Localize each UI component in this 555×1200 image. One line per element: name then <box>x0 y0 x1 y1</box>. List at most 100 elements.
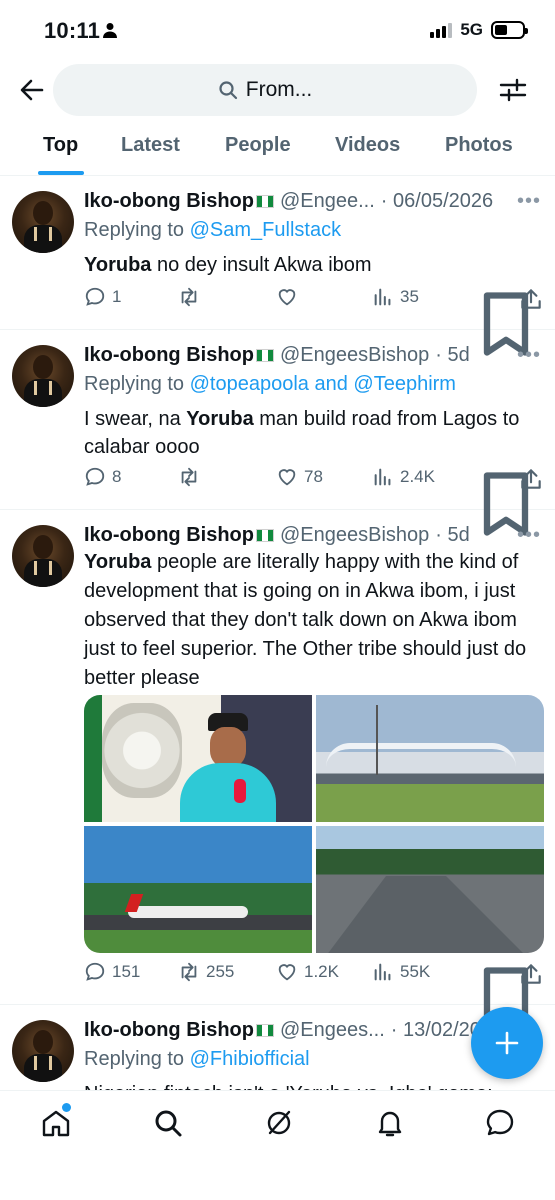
views-button[interactable]: 2.4K <box>372 466 435 488</box>
tweet[interactable]: Iko-obong Bishop @EngeesBishop · 5d ••• … <box>0 330 555 536</box>
avatar[interactable] <box>12 1020 74 1082</box>
filter-sliders-icon[interactable] <box>497 74 529 106</box>
nigeria-flag-icon <box>255 195 274 208</box>
person-icon <box>103 23 117 38</box>
retweet-button[interactable]: 255 <box>178 961 234 983</box>
tweet-text: Yoruba no dey insult Akwa ibom <box>84 254 372 276</box>
tweet[interactable]: Iko-obong Bishop @EngeesBishop · 5d ••• … <box>0 510 555 1031</box>
like-count: 1.2K <box>304 962 339 981</box>
nigeria-flag-icon <box>255 349 274 362</box>
tweet[interactable]: Iko-obong Bishop @Engee... · 06/05/2026 … <box>0 176 555 356</box>
reply-icon <box>85 962 105 981</box>
like-button[interactable] <box>276 286 304 308</box>
network-label: 5G <box>460 20 483 39</box>
avatar[interactable] <box>12 345 74 407</box>
tweet-header: Iko-obong Bishop @EngeesBishop · 5d <box>84 344 470 367</box>
views-chart-icon <box>374 288 391 306</box>
media-grid <box>84 695 544 953</box>
views-button[interactable]: 35 <box>372 286 419 308</box>
share-icon[interactable] <box>518 286 544 312</box>
replying-to: Replying to @topeapoola and @Teephirm <box>84 373 456 395</box>
more-options-icon[interactable]: ••• <box>517 190 541 213</box>
plus-icon <box>495 1031 519 1055</box>
user-name[interactable]: Iko-obong Bishop <box>84 190 254 213</box>
heart-icon <box>278 964 296 981</box>
signal-icon <box>430 22 453 38</box>
nav-search[interactable] <box>152 1107 184 1139</box>
mention-link[interactable]: @topeapoola and @Teephirm <box>190 373 456 395</box>
tab-videos[interactable]: Videos <box>335 134 400 157</box>
tweet-date: · 5d <box>435 344 470 366</box>
replying-to: Replying to @Sam_Fullstack <box>84 219 342 241</box>
share-icon[interactable] <box>518 961 544 987</box>
media-photo-airplane[interactable] <box>84 826 312 953</box>
back-arrow-icon[interactable] <box>16 74 48 106</box>
reply-button[interactable]: 151 <box>84 961 140 983</box>
reply-button[interactable]: 8 <box>84 466 121 488</box>
tweet-actions: 151 255 1.2K 55K <box>84 961 544 1031</box>
bell-icon <box>378 1111 402 1137</box>
user-handle: @Engee... <box>279 190 375 212</box>
user-name[interactable]: Iko-obong Bishop <box>84 524 254 547</box>
like-button[interactable]: 78 <box>276 466 323 488</box>
view-count: 2.4K <box>400 467 435 486</box>
search-placeholder: From... <box>245 78 313 101</box>
heart-icon <box>278 289 296 306</box>
tab-people[interactable]: People <box>225 134 291 157</box>
tweet-date: · 5d <box>435 524 470 546</box>
retweet-count: 255 <box>206 962 235 981</box>
active-tab-indicator <box>38 171 84 175</box>
bottom-navigation <box>0 1090 555 1200</box>
compose-button[interactable] <box>471 1007 543 1079</box>
status-time: 10:11 <box>44 18 101 43</box>
reply-button[interactable]: 1 <box>84 286 121 308</box>
search-icon <box>219 81 237 100</box>
tweet-text: I swear, na Yoruba man build road from L… <box>84 408 520 458</box>
nav-notifications[interactable] <box>374 1107 406 1139</box>
tab-top[interactable]: Top <box>43 134 78 157</box>
mention-link[interactable]: @Sam_Fullstack <box>190 219 341 241</box>
mention-link[interactable]: @Fhibiofficial <box>190 1048 310 1070</box>
views-chart-icon <box>374 963 391 981</box>
more-options-icon[interactable]: ••• <box>517 344 541 367</box>
more-options-icon[interactable]: ••• <box>517 524 541 547</box>
tweet-actions: 8 78 2.4K <box>84 466 544 536</box>
nigeria-flag-icon <box>255 529 274 542</box>
tab-photos[interactable]: Photos <box>445 134 513 157</box>
nav-grok[interactable] <box>263 1107 295 1139</box>
tab-latest[interactable]: Latest <box>121 134 180 157</box>
avatar[interactable] <box>12 191 74 253</box>
user-name[interactable]: Iko-obong Bishop <box>84 1019 254 1042</box>
reply-count: 8 <box>112 467 122 486</box>
media-photo-airport[interactable] <box>316 695 544 822</box>
like-count: 78 <box>304 467 323 486</box>
notification-dot <box>62 1103 71 1112</box>
views-button[interactable]: 55K <box>372 961 430 983</box>
tweet-header: Iko-obong Bishop @Engees... · 13/02/20 <box>84 1019 481 1042</box>
tweet-header: Iko-obong Bishop @Engee... · 06/05/2026 <box>84 190 493 213</box>
battery-icon <box>491 21 528 39</box>
search-tabs: Top Latest People Videos Photos <box>0 118 555 176</box>
nav-messages[interactable] <box>484 1107 516 1139</box>
retweet-icon <box>181 962 197 982</box>
user-handle: @EngeesBishop <box>279 344 430 366</box>
media-photo-governor[interactable] <box>84 695 312 822</box>
view-count: 55K <box>400 962 431 981</box>
reply-count: 1 <box>112 287 122 306</box>
grok-icon <box>267 1110 291 1135</box>
user-name[interactable]: Iko-obong Bishop <box>84 344 254 367</box>
media-photo-road[interactable] <box>316 826 544 953</box>
avatar[interactable] <box>12 525 74 587</box>
retweet-button[interactable] <box>178 466 206 488</box>
share-icon[interactable] <box>518 466 544 492</box>
like-button[interactable]: 1.2K <box>276 961 339 983</box>
heart-icon <box>278 469 296 486</box>
user-handle: @Engees... <box>279 1019 385 1041</box>
search-input[interactable]: From... <box>53 64 477 116</box>
tweet-header: Iko-obong Bishop @EngeesBishop · 5d <box>84 524 470 547</box>
user-handle: @EngeesBishop <box>279 524 430 546</box>
retweet-button[interactable] <box>178 286 206 308</box>
search-icon <box>155 1110 182 1137</box>
tweet-actions: 1 35 <box>84 286 544 356</box>
nav-home[interactable] <box>40 1103 72 1139</box>
